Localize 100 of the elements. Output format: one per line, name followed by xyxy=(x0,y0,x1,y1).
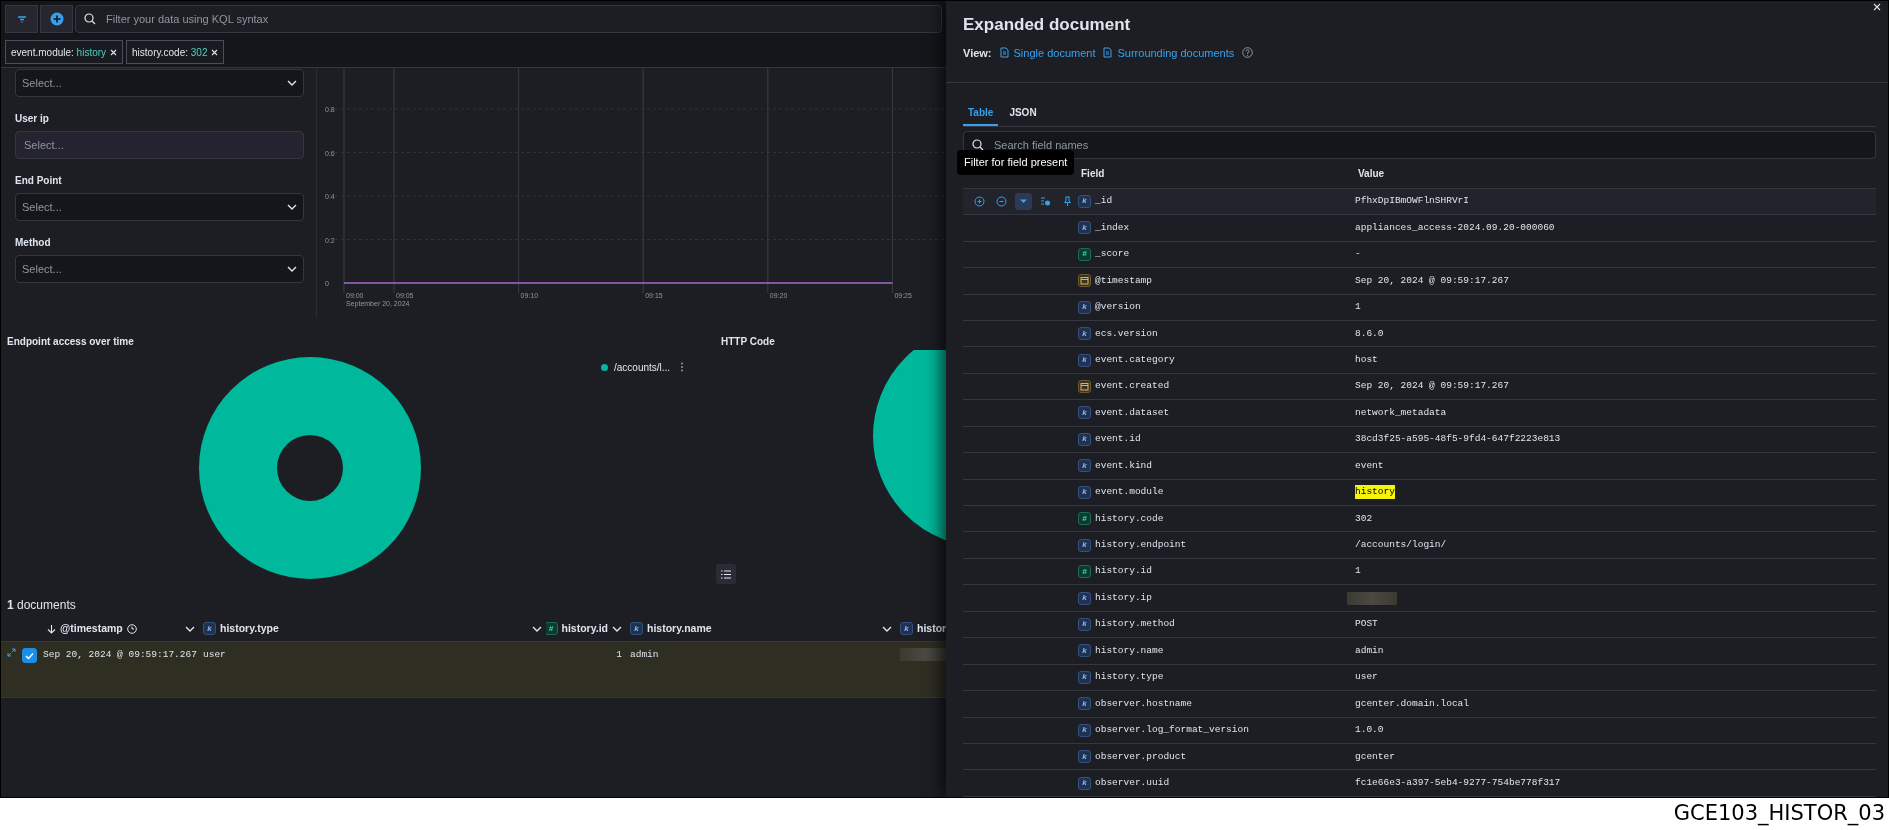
search-icon xyxy=(972,138,984,151)
field-name: @version xyxy=(1095,300,1141,315)
filter-pill[interactable]: event.module: history xyxy=(5,40,124,64)
field-value: 38cd3f25-a595-48f5-9fd4-647f2223e813 xyxy=(1355,432,1561,447)
document-count: 1 documents xyxy=(6,597,77,614)
field-value: network_metadata xyxy=(1355,405,1447,420)
checkbox[interactable] xyxy=(22,648,37,663)
type-icon: # xyxy=(546,622,558,635)
field-value: event xyxy=(1355,458,1384,473)
field-name: event.kind xyxy=(1095,458,1152,473)
table-cell-text: 1 xyxy=(616,648,622,662)
field-name: history.type xyxy=(1095,670,1164,685)
field-name: @timestamp xyxy=(1095,273,1152,288)
type-icon: k xyxy=(203,622,216,635)
select-dropdown[interactable]: Select... xyxy=(15,69,304,97)
field-name: observer.uuid xyxy=(1095,776,1170,790)
field-label: Method xyxy=(15,236,51,250)
tab[interactable]: Table xyxy=(963,100,999,126)
caret-icon xyxy=(532,625,542,632)
search-icon xyxy=(84,13,96,25)
view-link[interactable]: Surrounding documents xyxy=(1103,44,1235,62)
filter-button[interactable] xyxy=(1015,193,1032,210)
query-field[interactable]: Filter your data using KQL syntax xyxy=(75,5,942,33)
legend-toggle-button[interactable] xyxy=(716,564,736,584)
caret-icon xyxy=(882,625,892,632)
caret-icon xyxy=(185,625,195,632)
filter-icon xyxy=(16,15,27,23)
column-header[interactable]: k history.type xyxy=(199,616,546,641)
caret-icon xyxy=(612,625,622,632)
expand-icon[interactable] xyxy=(7,648,16,657)
field-name: event.category xyxy=(1095,353,1175,367)
field-value: 1 xyxy=(1355,564,1361,579)
type-icon: k xyxy=(1078,750,1091,764)
field-value: appliances_access-2024.09.20-000060 xyxy=(1355,220,1555,235)
field-name: _index xyxy=(1095,220,1130,235)
field-value: 302 xyxy=(1355,511,1373,526)
field-name: history.endpoint xyxy=(1095,538,1187,553)
field-value: user xyxy=(1355,670,1378,685)
zoom-out-button[interactable] xyxy=(993,193,1010,210)
calendar-icon xyxy=(1078,380,1091,394)
tooltip: Filter for field present xyxy=(957,150,1075,175)
field-name: event.dataset xyxy=(1095,405,1170,420)
field-value: /accounts/login/ xyxy=(1355,538,1447,553)
field-name: _score xyxy=(1095,247,1130,262)
type-icon: k xyxy=(1078,459,1091,473)
close-icon[interactable] xyxy=(211,48,219,56)
filter-pill[interactable]: history.code: 302 xyxy=(126,40,225,64)
field-value: 1.0.0 xyxy=(1355,723,1384,738)
field-value: gcenter xyxy=(1355,749,1395,764)
field-name: history.ip xyxy=(1095,590,1152,605)
type-icon: k xyxy=(1078,300,1091,314)
column-header: Field xyxy=(1080,166,1106,181)
list-icon xyxy=(721,569,731,579)
panel-title: Endpoint access over time xyxy=(6,335,134,349)
input-field[interactable]: Select... xyxy=(15,131,304,159)
field-value: POST xyxy=(1355,617,1378,632)
type-icon: k xyxy=(1078,538,1091,552)
pin-icon xyxy=(1062,196,1073,207)
field-name: _id xyxy=(1095,194,1113,209)
filter-menu-button[interactable] xyxy=(5,5,38,33)
tab[interactable]: JSON xyxy=(1004,100,1042,126)
table-cell-text: user xyxy=(203,648,226,662)
add-icon xyxy=(49,12,64,26)
panel-title: HTTP Code xyxy=(720,335,775,349)
close-icon[interactable] xyxy=(110,48,118,56)
field-value: gcenter.domain.local xyxy=(1355,696,1470,711)
field-value: PfhxDpIBmOWFlnSHRVrI xyxy=(1355,194,1470,209)
type-icon: k xyxy=(1078,723,1091,737)
table-row[interactable]: Sep 20, 2024 @ 09:59:17.267 user 1 admin xyxy=(1,642,946,698)
zoom-in-button[interactable] xyxy=(971,193,988,210)
type-icon: k xyxy=(900,622,913,635)
type-icon: k xyxy=(1078,432,1091,446)
search-field[interactable]: Search field names xyxy=(963,130,1876,159)
select-dropdown[interactable]: Select... xyxy=(15,255,304,283)
field-value: Sep 20, 2024 @ 09:59:17.267 xyxy=(1355,273,1509,288)
type-icon: k xyxy=(1078,618,1091,631)
type-icon: k xyxy=(1078,776,1091,790)
type-icon: k xyxy=(1078,670,1091,684)
add-filter-button[interactable] xyxy=(40,5,73,33)
type-icon: k xyxy=(630,622,643,635)
field-name: observer.product xyxy=(1095,749,1187,764)
view-link[interactable]: Single document xyxy=(999,44,1096,62)
caret-icon xyxy=(287,204,297,210)
document-icon xyxy=(999,47,1009,59)
type-icon: k xyxy=(1078,485,1091,499)
type-icon: k xyxy=(1078,591,1091,605)
column-header[interactable]: @timestamp xyxy=(43,616,199,641)
column-header[interactable]: k history.name xyxy=(626,616,896,641)
help-icon xyxy=(1242,47,1254,59)
field-value: admin xyxy=(1355,643,1384,658)
column-header[interactable]: # history.id xyxy=(546,616,626,641)
legend-label[interactable]: /accounts/l... xyxy=(614,359,671,375)
field-label: User ip xyxy=(15,112,49,126)
type-icon: k xyxy=(1078,406,1091,420)
column-header[interactable]: k histor xyxy=(896,616,946,641)
field-value: history xyxy=(1355,485,1395,500)
check-icon xyxy=(25,651,34,660)
select-dropdown[interactable]: Select... xyxy=(15,193,304,221)
table-cell-text: Sep 20, 2024 @ 09:59:17.267 xyxy=(43,648,197,662)
type-icon: k xyxy=(1078,221,1091,235)
